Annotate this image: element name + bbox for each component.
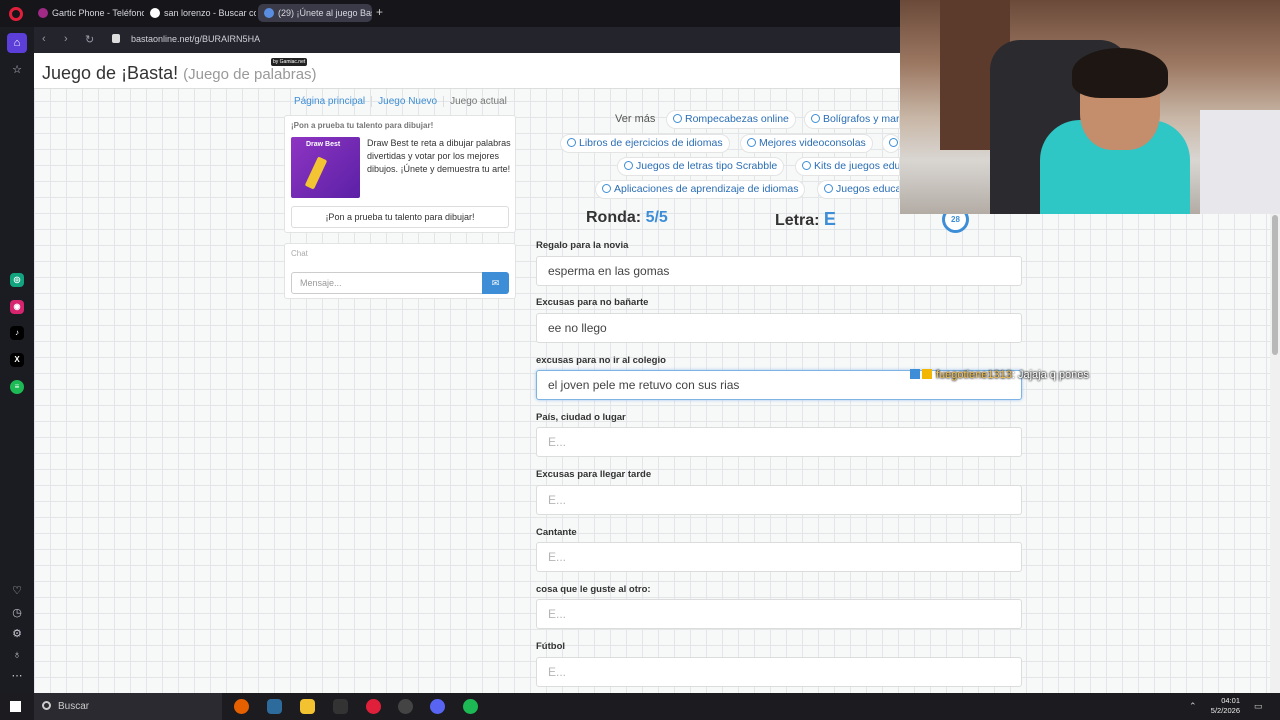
basta-icon	[264, 8, 274, 18]
chat-message-input[interactable]: Mensaje...	[291, 272, 483, 294]
link-juegos-educativos[interactable]: Juegos educa	[817, 180, 900, 199]
field-pais-input[interactable]: E...	[536, 427, 1022, 457]
field-label: Cantante	[536, 527, 577, 538]
reload-icon[interactable]: ↻	[85, 33, 94, 46]
opera-logo-icon[interactable]	[9, 7, 23, 21]
stream-chat-message: fuegotiene1313: Jajaja q pones	[910, 369, 1089, 381]
breadcrumb: Página principal Juego Nuevo Juego actua…	[288, 96, 513, 107]
chat-send-button[interactable]: ✉	[482, 272, 509, 294]
draw-best-image[interactable]: Draw Best	[291, 137, 360, 198]
site-title[interactable]: Juego de ¡Basta! (Juego de palabras)	[42, 63, 317, 84]
send-icon: ✉	[491, 278, 500, 288]
lightbulb-icon[interactable]: ♁	[10, 648, 24, 662]
promo-title: ¡Pon a prueba tu talento para dibujar!	[291, 121, 434, 130]
windows-taskbar: Buscar ⌃ 04:01 5/2/2026 ▭	[0, 693, 1280, 720]
link-kits-juegos[interactable]: Kits de juegos edu	[795, 157, 900, 176]
field-label: Excusas para llegar tarde	[536, 469, 652, 480]
promo-text: Draw Best te reta a dibujar palabras div…	[367, 138, 511, 174]
link-boligrafos[interactable]: Bolígrafos y mar	[804, 110, 900, 129]
field-label: País, ciudad o lugar	[536, 412, 626, 423]
chat-panel: Chat Mensaje... ✉	[284, 243, 516, 299]
field-label: Regalo para la novia	[536, 240, 629, 251]
system-clock[interactable]: 04:01 5/2/2026	[1196, 696, 1240, 716]
field-label: Fútbol	[536, 641, 566, 652]
chat-badge-icon	[910, 369, 920, 379]
spotify-icon[interactable]	[463, 699, 478, 714]
spotify-icon[interactable]: ≡	[10, 380, 24, 394]
field-label: excusas para no ir al colegio	[536, 355, 666, 366]
breadcrumb-new-game-link[interactable]: Juego Nuevo	[378, 96, 437, 107]
round-indicator: Ronda: 5/5	[586, 209, 668, 226]
breadcrumb-home-link[interactable]: Página principal	[294, 96, 365, 107]
windows-start-icon[interactable]	[10, 701, 21, 712]
link-libros-idiomas[interactable]: Libros de ejercicios de idiomas	[560, 134, 730, 153]
epic-games-icon[interactable]	[333, 699, 348, 714]
lock-icon	[112, 34, 120, 43]
chat-title: Chat	[291, 249, 308, 258]
field-futbol-input[interactable]: E...	[536, 657, 1022, 687]
x-icon[interactable]: X	[10, 353, 24, 367]
field-regalo-input[interactable]: esperma en las gomas	[536, 256, 1022, 286]
chatgpt-icon[interactable]: ◎	[10, 273, 24, 287]
opera-icon[interactable]	[366, 699, 381, 714]
notification-icon[interactable]: ▭	[1254, 701, 1263, 712]
promo-button[interactable]: ¡Pon a prueba tu talento para dibujar!	[291, 206, 509, 228]
letter-indicator: Letra: E	[775, 209, 836, 229]
tab-basta-game[interactable]: (29) ¡Únete al juego Basta!	[258, 4, 372, 22]
star-icon[interactable]: ☆	[10, 63, 24, 77]
search-icon	[42, 701, 51, 710]
discord-icon[interactable]	[430, 699, 445, 714]
gamiac-badge[interactable]: by Gamiac.net	[271, 58, 308, 66]
field-tarde-input[interactable]: E...	[536, 485, 1022, 515]
gartic-icon	[38, 8, 48, 18]
link-scrabble[interactable]: Juegos de letras tipo Scrabble	[617, 157, 785, 176]
heart-icon[interactable]: ♡	[10, 584, 24, 598]
chat-badge-icon	[922, 369, 932, 379]
pencil-icon	[304, 156, 328, 190]
app-icon[interactable]	[267, 699, 282, 714]
link-rompecabezas[interactable]: Rompecabezas online	[666, 110, 796, 129]
file-explorer-icon[interactable]	[300, 699, 315, 714]
history-icon[interactable]: ◷	[10, 606, 24, 620]
opera-sidebar: ⌂ ☆ ◎ ◉ ♪ X ≡ ♡ ◷ ⚙ ♁ ⋯	[0, 27, 34, 693]
ver-mas-label: Ver más	[615, 113, 656, 125]
field-bañarte-input[interactable]: ee no llego	[536, 313, 1022, 343]
link-videoconsolas[interactable]: Mejores videoconsolas	[740, 134, 873, 153]
tiktok-icon[interactable]: ♪	[10, 326, 24, 340]
field-cosa-input[interactable]: E...	[536, 599, 1022, 629]
breadcrumb-current: Juego actual	[450, 96, 507, 107]
home-icon[interactable]: ⌂	[7, 33, 27, 53]
field-label: cosa que le guste al otro:	[536, 584, 651, 595]
scrollbar-thumb[interactable]	[1272, 215, 1278, 355]
instagram-icon[interactable]: ◉	[10, 300, 24, 314]
forward-icon[interactable]: ›	[64, 33, 68, 45]
field-label: Excusas para no bañarte	[536, 297, 649, 308]
google-icon	[150, 8, 160, 18]
link-apps-idiomas[interactable]: Aplicaciones de aprendizaje de idiomas	[595, 180, 806, 199]
webcam-overlay	[900, 0, 1280, 214]
tab-google-search[interactable]: san lorenzo - Buscar con G	[144, 4, 256, 22]
firefox-icon[interactable]	[234, 699, 249, 714]
url-field[interactable]: bastaonline.net/g/BURAIRN5HA	[131, 34, 260, 44]
promo-card: ¡Pon a prueba tu talento para dibujar! D…	[284, 115, 516, 233]
more-icon[interactable]: ⋯	[10, 669, 24, 683]
settings-icon[interactable]: ⚙	[10, 627, 24, 641]
new-tab-button[interactable]: +	[376, 5, 383, 19]
link-truncated[interactable]	[882, 134, 900, 153]
back-icon[interactable]: ‹	[42, 33, 46, 45]
tab-gartic-phone[interactable]: Gartic Phone - Teléfono D	[32, 4, 144, 22]
taskbar-search[interactable]: Buscar	[34, 693, 222, 720]
github-icon[interactable]	[398, 699, 413, 714]
address-bar: ‹ › ↻ bastaonline.net/g/BURAIRN5HA	[34, 27, 900, 53]
field-cantante-input[interactable]: E...	[536, 542, 1022, 572]
